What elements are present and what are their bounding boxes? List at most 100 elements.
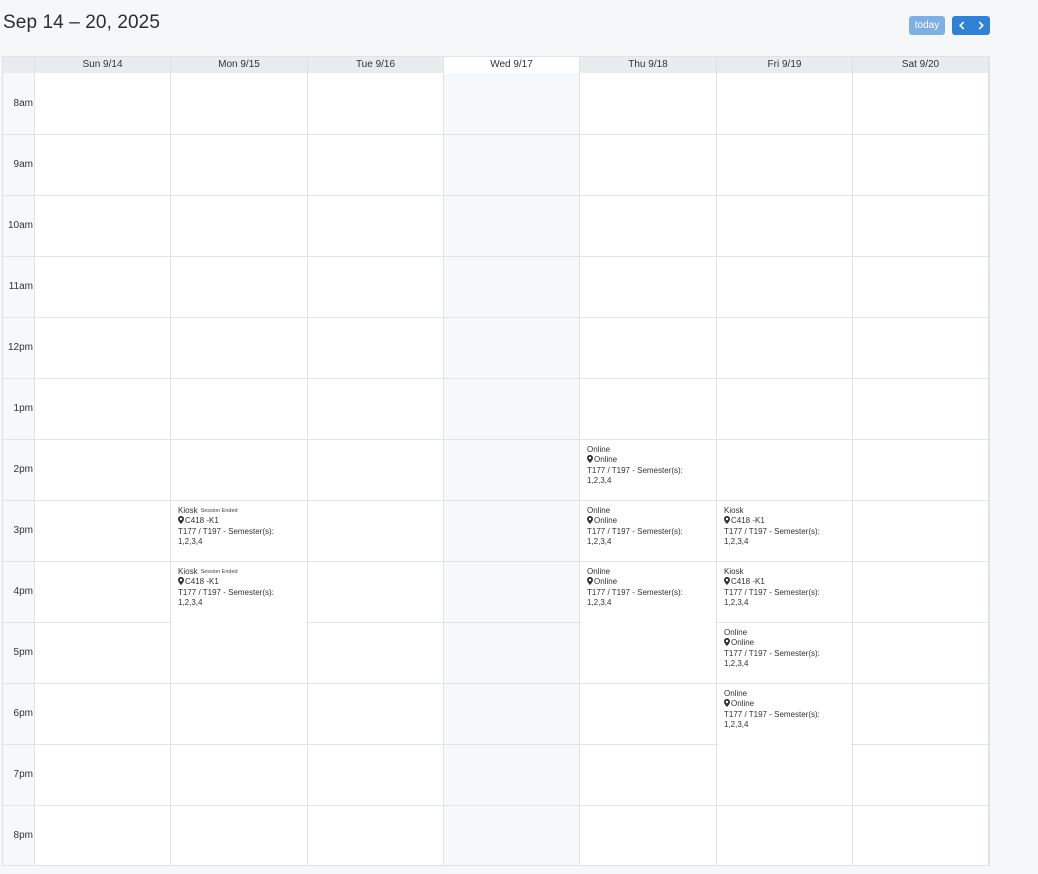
event-title-row: Kiosk Session Ended: [178, 506, 306, 516]
day-column[interactable]: [444, 73, 580, 865]
calendar-event[interactable]: Online Online T177 / T197 - Semester(s): 1…: [581, 506, 715, 561]
map-pin-icon: [178, 577, 184, 586]
event-location: Online: [724, 699, 851, 709]
axis-header: [3, 57, 35, 73]
event-description: T177 / T197 - Semester(s): 1,2,3,4: [178, 526, 274, 546]
hour-gridline: [3, 134, 989, 135]
hour-gridline: [3, 561, 989, 562]
event-title: Kiosk: [178, 506, 198, 515]
day-column[interactable]: [171, 73, 308, 865]
day-header[interactable]: Sun 9/14: [35, 57, 171, 73]
calendar-event[interactable]: Kiosk C418 -K1 T177 / T197 - Semester(s): …: [718, 506, 851, 561]
calendar-event[interactable]: Online Online T177 / T197 - Semester(s): 1…: [718, 628, 851, 683]
event-location: Online: [724, 638, 851, 648]
day-header[interactable]: Wed 9/17: [444, 57, 580, 73]
day-column[interactable]: [853, 73, 989, 865]
hour-label: 3pm: [13, 525, 33, 536]
event-title: Kiosk: [178, 567, 198, 576]
day-header[interactable]: Mon 9/15: [171, 57, 308, 73]
hour-label: 11am: [8, 281, 33, 292]
calendar-event[interactable]: Kiosk Session Ended C418 -K1 T177 / T197 - …: [172, 567, 306, 683]
week-navigation: [952, 16, 990, 35]
day-header[interactable]: Sat 9/20: [853, 57, 989, 73]
page-title: Sep 14 – 20, 2025: [3, 12, 161, 33]
session-status-badge: Session Ended: [200, 569, 238, 575]
hour-label: 6pm: [13, 708, 33, 719]
hour-gridline: [3, 317, 989, 318]
map-pin-icon: [587, 577, 593, 586]
day-header[interactable]: Fri 9/19: [717, 57, 853, 73]
event-title: Online: [587, 567, 611, 576]
hour-label: 10am: [7, 220, 33, 231]
event-title: Online: [724, 689, 748, 698]
event-description: T177 / T197 - Semester(s): 1,2,3,4: [587, 587, 683, 607]
event-description: T177 / T197 - Semester(s): 1,2,3,4: [724, 709, 820, 729]
map-pin-icon: [587, 455, 593, 464]
event-title: Online: [587, 445, 611, 454]
event-title: Kiosk: [724, 567, 744, 576]
map-pin-icon: [724, 699, 730, 708]
hour-gridline: [3, 622, 989, 623]
hour-label: 5pm: [13, 647, 33, 658]
event-location-text: C418 -K1: [731, 516, 765, 526]
event-title-row: Online: [587, 506, 715, 516]
day-header[interactable]: Tue 9/16: [308, 57, 444, 73]
event-title-row: Online: [587, 567, 715, 577]
hour-label: 8pm: [13, 830, 33, 841]
calendar-event[interactable]: Online Online T177 / T197 - Semester(s): 1…: [581, 445, 715, 500]
hour-label: 4pm: [13, 586, 33, 597]
today-button[interactable]: today: [909, 16, 945, 35]
event-description: T177 / T197 - Semester(s): 1,2,3,4: [724, 587, 820, 607]
previous-week-button[interactable]: [952, 16, 971, 35]
hour-gridline: [3, 683, 989, 684]
day-header[interactable]: Thu 9/18: [580, 57, 717, 73]
day-column[interactable]: [35, 73, 171, 865]
map-pin-icon: [724, 516, 730, 525]
next-week-button[interactable]: [971, 16, 990, 35]
calendar-event[interactable]: Online Online T177 / T197 - Semester(s): 1…: [581, 567, 715, 683]
event-title: Online: [587, 506, 611, 515]
hour-label: 8am: [13, 98, 33, 109]
event-location-text: Online: [594, 577, 618, 587]
event-description: T177 / T197 - Semester(s): 1,2,3,4: [724, 648, 820, 668]
event-title-row: Online: [724, 628, 851, 638]
event-title-row: Online: [587, 445, 715, 455]
session-status-badge: Session Ended: [200, 508, 238, 514]
hour-label: 12pm: [7, 342, 33, 353]
hour-gridline: [3, 500, 989, 501]
calendar-event[interactable]: Online Online T177 / T197 - Semester(s): 1…: [718, 689, 851, 805]
calendar-event[interactable]: Kiosk Session Ended C418 -K1 T177 / T197 - …: [172, 506, 306, 561]
event-location: C418 -K1: [178, 577, 306, 587]
event-description: T177 / T197 - Semester(s): 1,2,3,4: [587, 465, 683, 485]
event-title-row: Kiosk: [724, 506, 851, 516]
event-location-text: C418 -K1: [731, 577, 765, 587]
event-title-row: Online: [724, 689, 851, 699]
calendar-event[interactable]: Kiosk C418 -K1 T177 / T197 - Semester(s): …: [718, 567, 851, 622]
event-location-text: Online: [731, 638, 755, 648]
hour-label: 7pm: [13, 769, 33, 780]
event-location-text: Online: [731, 699, 755, 709]
event-title-row: Kiosk: [724, 567, 851, 577]
hour-label: 9am: [13, 159, 33, 170]
event-title: Online: [724, 628, 748, 637]
hour-label: 2pm: [13, 464, 33, 475]
event-title: Kiosk: [724, 506, 744, 515]
hour-label: 1pm: [13, 403, 33, 414]
event-location-text: C418 -K1: [185, 577, 219, 587]
chevron-right-icon: [978, 21, 984, 30]
event-location: C418 -K1: [178, 516, 306, 526]
event-description: T177 / T197 - Semester(s): 1,2,3,4: [587, 526, 683, 546]
hour-gridline: [3, 439, 989, 440]
event-location: Online: [587, 455, 715, 465]
event-location: C418 -K1: [724, 577, 851, 587]
week-calendar: 8am 9am 10am 11am 12pm 1pm 2pm 3pm 4pm 5pm 6pm 7pm 8…: [2, 56, 990, 866]
event-location: C418 -K1: [724, 516, 851, 526]
event-description: T177 / T197 - Semester(s): 1,2,3,4: [724, 526, 820, 546]
chevron-left-icon: [958, 21, 964, 30]
day-column[interactable]: [308, 73, 444, 865]
hour-gridline: [3, 378, 989, 379]
hour-gridline: [3, 195, 989, 196]
event-location-text: Online: [594, 455, 618, 465]
map-pin-icon: [178, 516, 184, 525]
map-pin-icon: [724, 638, 730, 647]
